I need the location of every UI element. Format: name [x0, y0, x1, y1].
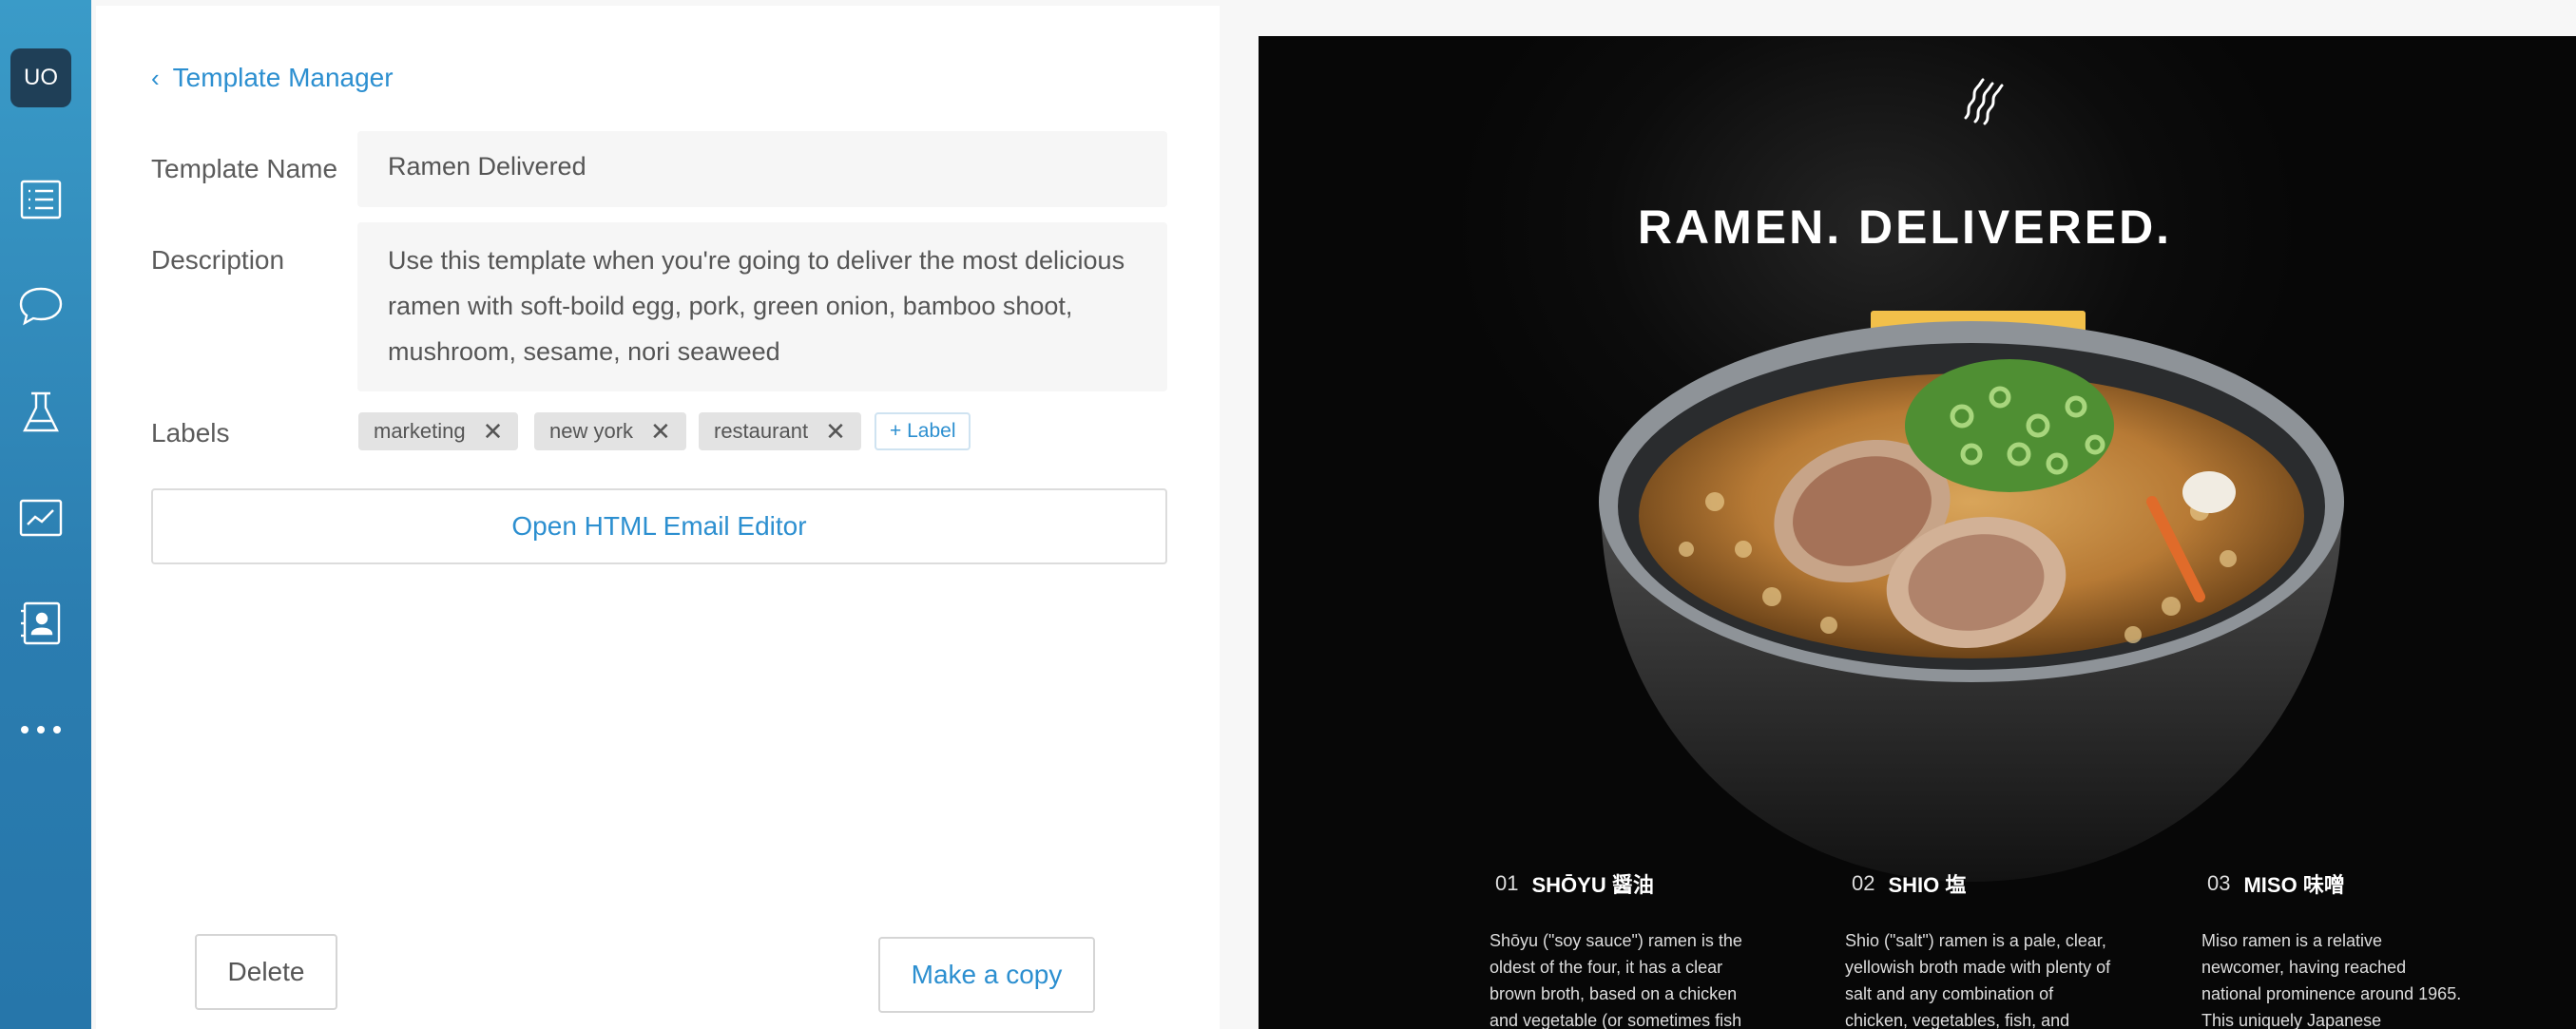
- back-link-label: Template Manager: [172, 63, 394, 92]
- hero-title: RAMEN. DELIVERED.: [1637, 200, 2173, 254]
- email-preview: RAMEN. DELIVERED. ORDER NOW: [1259, 36, 2576, 1029]
- chat-icon[interactable]: [14, 278, 67, 332]
- description-label: Description: [151, 245, 285, 275]
- ramen-type-name: SHIO 塩: [1888, 873, 1967, 897]
- label-chip: new york ✕: [534, 412, 686, 450]
- ramen-type-heading: 01 SHŌYU 醤油: [1495, 868, 1654, 899]
- chart-icon[interactable]: [14, 491, 67, 544]
- make-copy-button[interactable]: Make a copy: [878, 937, 1095, 1013]
- ramen-type-name: SHŌYU 醤油: [1531, 873, 1654, 897]
- ramen-type-name: MISO 味噌: [2243, 873, 2345, 897]
- ramen-type-description: Shio ("salt") ramen is a pale, clear, ye…: [1845, 931, 2111, 1029]
- open-html-editor-button[interactable]: Open HTML Email Editor: [151, 488, 1167, 564]
- labels-label: Labels: [151, 418, 230, 448]
- ramen-type-heading: 03 MISO 味噌: [2207, 868, 2345, 899]
- delete-button[interactable]: Delete: [195, 934, 337, 1010]
- sidebar: UO: [0, 0, 91, 1029]
- label-chip: marketing ✕: [358, 412, 519, 450]
- ramen-type-number: 02: [1852, 871, 1875, 895]
- label-chip-text: new york: [549, 419, 634, 443]
- ramen-type-number: 01: [1495, 871, 1519, 895]
- template-name-input[interactable]: Ramen Delivered: [357, 131, 1167, 207]
- close-icon[interactable]: ✕: [825, 417, 846, 447]
- more-icon[interactable]: [14, 703, 67, 756]
- label-chip-text: marketing: [374, 419, 466, 443]
- close-icon[interactable]: ✕: [483, 417, 504, 447]
- ramen-bowl-image: [1599, 321, 2344, 882]
- label-chip-text: restaurant: [714, 419, 809, 443]
- ramen-type-description: Miso ramen is a relative newcomer, havin…: [2201, 931, 2462, 1029]
- add-label-button[interactable]: + Label: [875, 412, 971, 450]
- template-name-label: Template Name: [151, 154, 338, 183]
- label-chip: restaurant ✕: [699, 412, 861, 450]
- steam-logo-icon: [1964, 78, 2004, 125]
- ramen-type-number: 03: [2207, 871, 2231, 895]
- close-icon[interactable]: ✕: [650, 417, 671, 447]
- avatar[interactable]: UO: [10, 48, 71, 107]
- chevron-left-icon: ‹: [151, 63, 160, 92]
- template-details-panel: ‹ Template Manager Template Name Ramen D…: [96, 6, 1220, 1029]
- description-textarea[interactable]: Use this template when you're going to d…: [357, 222, 1167, 391]
- flask-icon[interactable]: [14, 386, 67, 439]
- ramen-type-heading: 02 SHIO 塩: [1852, 868, 1966, 899]
- back-link[interactable]: ‹ Template Manager: [151, 63, 394, 93]
- ramen-type-description: Shōyu ("soy sauce") ramen is the oldest …: [1490, 931, 1742, 1029]
- contact-icon[interactable]: [14, 597, 67, 650]
- list-icon[interactable]: [14, 173, 67, 226]
